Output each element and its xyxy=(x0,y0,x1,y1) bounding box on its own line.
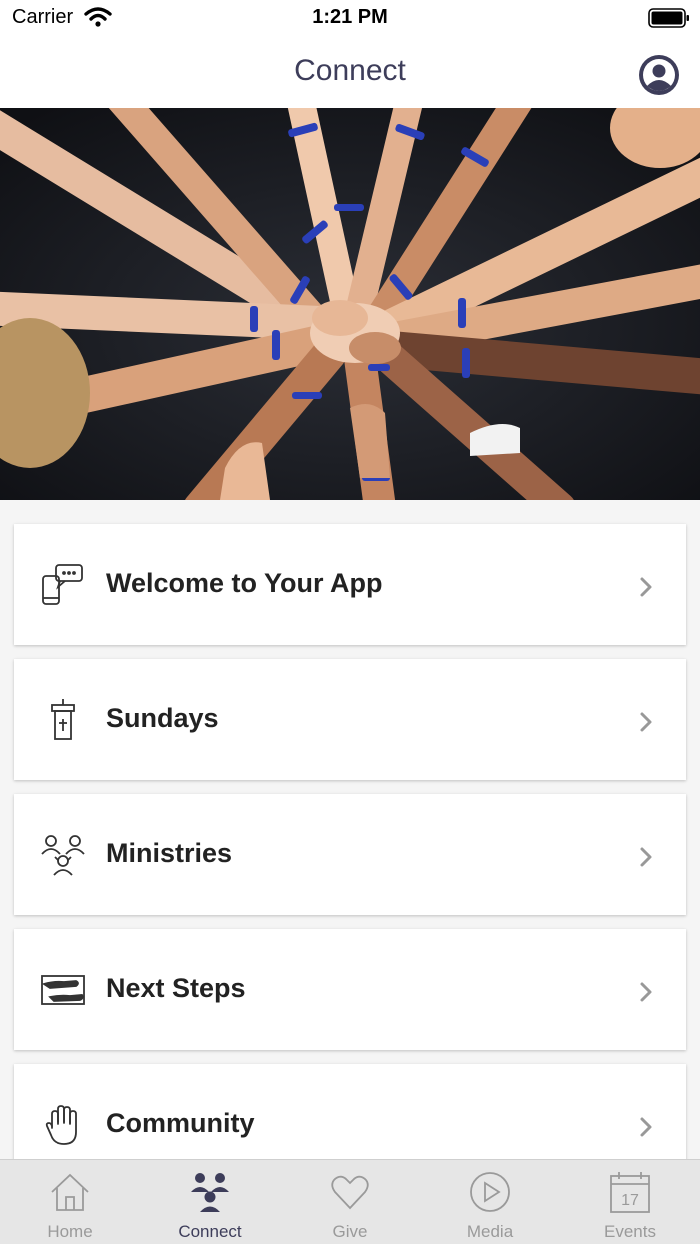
page-title: Connect xyxy=(294,54,406,87)
battery-icon xyxy=(648,8,689,28)
group-icon xyxy=(191,1173,229,1212)
tab-events[interactable]: 17 Events xyxy=(560,1160,700,1244)
play-icon xyxy=(470,1172,510,1212)
tab-connect[interactable]: Connect xyxy=(140,1160,280,1244)
menu-item-welcome[interactable]: Welcome to Your App xyxy=(14,524,686,645)
menu-item-ministries[interactable]: Ministries xyxy=(14,794,686,915)
chevron-right-icon xyxy=(640,577,652,597)
chat-phone-icon xyxy=(42,564,83,605)
tab-label: Give xyxy=(332,1222,368,1241)
raised-hand-icon xyxy=(45,1105,77,1145)
tab-label: Connect xyxy=(178,1222,242,1241)
tab-home[interactable]: Home xyxy=(0,1160,140,1244)
menu-item-label: Next Steps xyxy=(106,973,246,1003)
calendar-day: 17 xyxy=(621,1192,639,1209)
chevron-right-icon xyxy=(640,982,652,1002)
menu-item-label: Welcome to Your App xyxy=(106,568,383,598)
heart-icon xyxy=(331,1175,369,1210)
status-time: 1:21 PM xyxy=(312,6,388,28)
profile-icon[interactable] xyxy=(638,54,680,96)
home-icon xyxy=(51,1173,89,1211)
menu-list: Welcome to Your App Sundays Ministries N… xyxy=(0,500,700,1160)
calendar-icon: 17 xyxy=(610,1172,650,1213)
navigation-bar: Connect xyxy=(0,36,700,108)
tab-label: Media xyxy=(466,1222,514,1241)
tab-bar: Home Connect Give Media 17 Events xyxy=(0,1159,700,1244)
status-bar: Carrier 1:21 PM xyxy=(0,0,700,36)
people-group-icon xyxy=(41,835,85,876)
tab-label: Events xyxy=(604,1222,656,1241)
menu-item-label: Sundays xyxy=(106,703,219,733)
steps-icon xyxy=(41,975,85,1005)
menu-item-label: Ministries xyxy=(106,838,233,868)
tab-give[interactable]: Give xyxy=(280,1160,420,1244)
hero-image xyxy=(0,108,700,500)
menu-item-label: Community xyxy=(106,1108,255,1138)
tab-media[interactable]: Media xyxy=(420,1160,560,1244)
tab-label: Home xyxy=(47,1222,93,1241)
pulpit-icon xyxy=(51,699,75,740)
menu-item-sundays[interactable]: Sundays xyxy=(14,659,686,780)
menu-item-next-steps[interactable]: Next Steps xyxy=(14,929,686,1050)
chevron-right-icon xyxy=(640,847,652,867)
menu-item-community[interactable]: Community xyxy=(14,1064,686,1160)
chevron-right-icon xyxy=(640,1117,652,1137)
chevron-right-icon xyxy=(640,712,652,732)
